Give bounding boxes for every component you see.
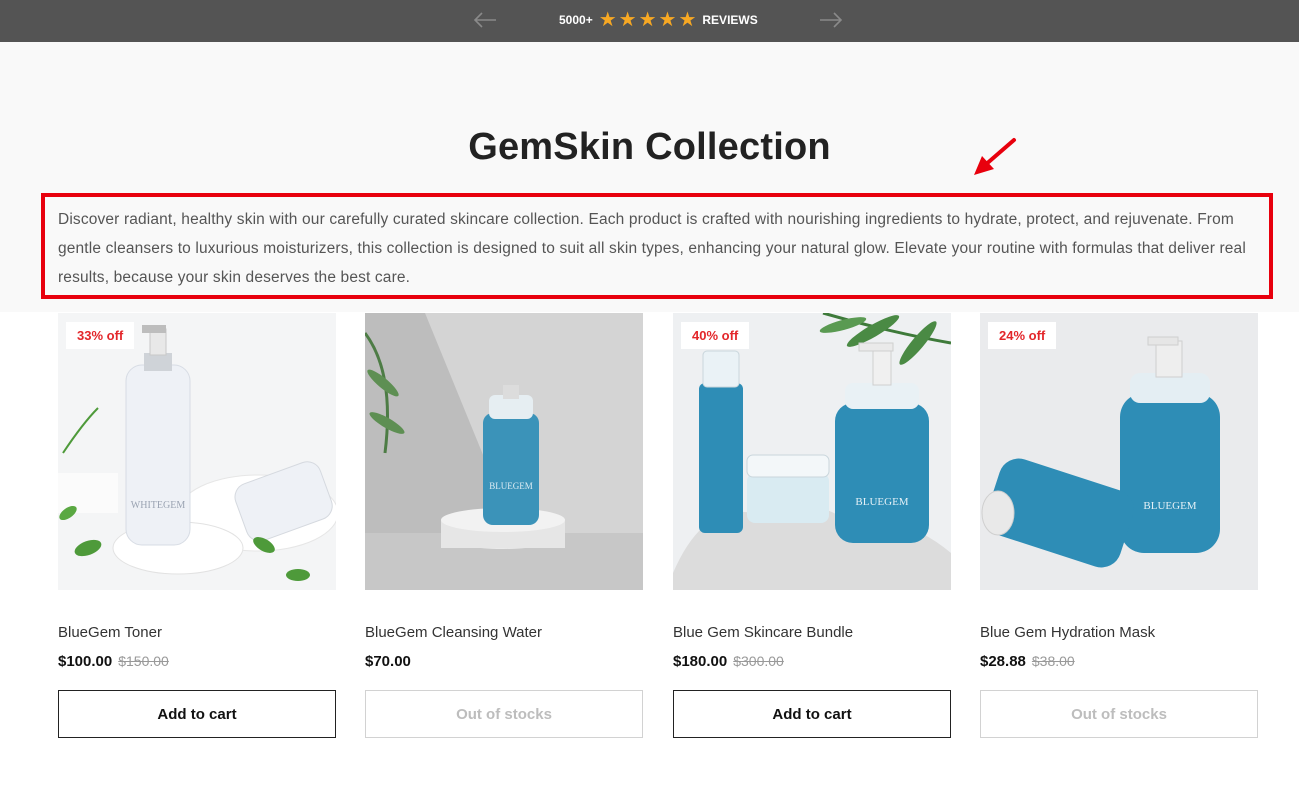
- reviews-summary: 5000+ ★ ★ ★ ★ ★ REVIEWS: [559, 10, 758, 30]
- announcement-bar: 5000+ ★ ★ ★ ★ ★ REVIEWS: [0, 0, 1299, 42]
- product-title[interactable]: BlueGem Cleansing Water: [365, 624, 542, 641]
- star-icon: ★: [638, 9, 657, 31]
- star-icon: ★: [658, 9, 677, 31]
- arrow-right-icon[interactable]: [818, 9, 844, 31]
- product-price-group: $70.00: [365, 653, 411, 670]
- product-image[interactable]: WHITEGEM 33% off: [58, 313, 336, 590]
- product-price: $180.00: [673, 653, 728, 670]
- out-of-stock-button: Out of stocks: [980, 690, 1258, 738]
- star-icon: ★: [618, 9, 637, 31]
- svg-text:BLUEGEM: BLUEGEM: [855, 496, 908, 508]
- product-price: $100.00: [58, 653, 113, 670]
- product-price: $28.88: [980, 653, 1026, 670]
- product-title[interactable]: Blue Gem Hydration Mask: [980, 624, 1155, 641]
- svg-text:WHITEGEM: WHITEGEM: [131, 500, 186, 511]
- review-count: 5000+: [559, 13, 593, 27]
- product-title[interactable]: Blue Gem Skincare Bundle: [673, 624, 853, 641]
- product-price: $70.00: [365, 653, 411, 670]
- product-image[interactable]: BLUEGEM: [365, 313, 643, 590]
- product-price-group: $180.00 $300.00: [673, 653, 784, 670]
- star-icon: ★: [598, 9, 617, 31]
- star-icon: ★: [678, 9, 697, 31]
- compare-price: $300.00: [733, 653, 784, 669]
- collection-title: GemSkin Collection: [468, 126, 831, 168]
- collection-description: Discover radiant, healthy skin with our …: [58, 211, 1246, 286]
- compare-price: $150.00: [118, 653, 169, 669]
- arrow-left-icon[interactable]: [472, 9, 498, 31]
- rating-stars: ★ ★ ★ ★ ★: [599, 10, 697, 30]
- discount-badge: 40% off: [681, 322, 750, 349]
- reviews-label: REVIEWS: [702, 13, 758, 27]
- product-price-group: $28.88 $38.00: [980, 653, 1075, 670]
- product-image[interactable]: BLUEGEM 24% off: [980, 313, 1258, 590]
- product-title[interactable]: BlueGem Toner: [58, 624, 162, 641]
- product-image[interactable]: BLUEGEM 40% off: [673, 313, 951, 590]
- svg-text:BLUEGEM: BLUEGEM: [1143, 500, 1196, 512]
- annotation-arrow-icon: [968, 136, 1024, 180]
- compare-price: $38.00: [1031, 653, 1075, 669]
- product-price-group: $100.00 $150.00: [58, 653, 169, 670]
- svg-text:BLUEGEM: BLUEGEM: [489, 481, 533, 491]
- add-to-cart-button[interactable]: Add to cart: [673, 690, 951, 738]
- discount-badge: 33% off: [66, 322, 135, 349]
- discount-badge: 24% off: [988, 322, 1057, 349]
- add-to-cart-button[interactable]: Add to cart: [58, 690, 336, 738]
- out-of-stock-button: Out of stocks: [365, 690, 643, 738]
